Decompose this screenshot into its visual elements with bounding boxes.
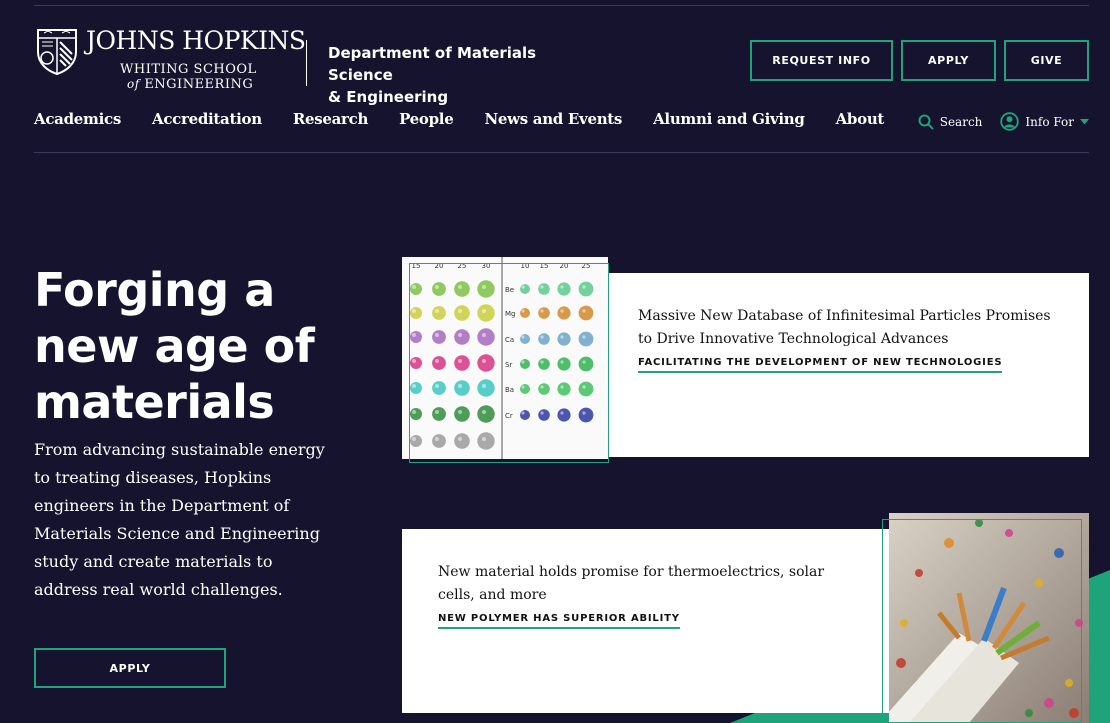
news-card-1-link[interactable]: FACILITATING THE DEVELOPMENT OF NEW TECH… xyxy=(638,357,1003,373)
nav-item-news-and-events[interactable]: News and Events xyxy=(484,110,622,128)
department-name-line-2: & Engineering xyxy=(328,88,449,106)
top-rule xyxy=(34,5,1089,6)
logo-line-3-text: ENGINEERING xyxy=(144,77,254,92)
search-label: Search xyxy=(939,114,983,129)
search-toggle[interactable]: Search xyxy=(918,114,983,130)
nav-item-research[interactable]: Research xyxy=(293,110,369,128)
news-card-1-title[interactable]: Massive New Database of Infinitesimal Pa… xyxy=(638,305,1068,351)
jhu-logo[interactable]: JOHNS HOPKINS WHITING SCHOOL of ENGINEER… xyxy=(34,26,306,92)
news-card-1-frame xyxy=(409,263,609,463)
nav-tools: Search Info For xyxy=(918,112,1089,131)
info-for-label: Info For xyxy=(1025,114,1074,129)
nav-item-academics[interactable]: Academics xyxy=(34,110,121,128)
give-button[interactable]: GIVE xyxy=(1004,40,1089,81)
main-nav: Academics Accreditation Research People … xyxy=(34,110,1089,140)
news-card-2-frame xyxy=(882,519,1082,723)
nav-items: Academics Accreditation Research People … xyxy=(34,110,915,128)
news-card-2-link[interactable]: NEW POLYMER HAS SUPERIOR ABILITY xyxy=(438,613,680,629)
search-icon xyxy=(918,114,934,130)
nav-item-alumni-and-giving[interactable]: Alumni and Giving xyxy=(653,110,805,128)
news-card-2-title[interactable]: New material holds promise for thermoele… xyxy=(438,561,858,607)
logo-line-3: of ENGINEERING xyxy=(127,77,253,92)
header-buttons: REQUEST INFO APPLY GIVE xyxy=(750,40,1089,81)
department-divider xyxy=(306,40,307,86)
nav-item-accreditation[interactable]: Accreditation xyxy=(152,110,262,128)
hero-description: From advancing sustainable energy to tre… xyxy=(34,440,325,599)
logo-line-1: JOHNS HOPKINS xyxy=(86,26,306,55)
apply-button[interactable]: APPLY xyxy=(901,40,996,81)
request-info-button[interactable]: REQUEST INFO xyxy=(750,40,893,81)
shield-icon xyxy=(37,29,77,76)
caret-down-icon xyxy=(1080,118,1089,124)
hero-title: Forging a new age of materials xyxy=(34,263,315,429)
site-header: JOHNS HOPKINS WHITING SCHOOL of ENGINEER… xyxy=(34,24,1089,106)
hero-apply-button[interactable]: APPLY xyxy=(34,648,226,688)
user-circle-icon xyxy=(1000,112,1020,131)
nav-item-people[interactable]: People xyxy=(399,110,454,128)
info-for-dropdown[interactable]: Info For xyxy=(1000,112,1089,131)
department-name[interactable]: Department of Materials Science & Engine… xyxy=(328,42,598,108)
nav-rule xyxy=(34,152,1089,153)
logo-line-2: WHITING SCHOOL xyxy=(120,62,257,77)
logo-line-3-prefix: of xyxy=(127,77,140,91)
nav-item-about[interactable]: About xyxy=(836,110,885,128)
department-name-line-1: Department of Materials Science xyxy=(328,44,537,84)
